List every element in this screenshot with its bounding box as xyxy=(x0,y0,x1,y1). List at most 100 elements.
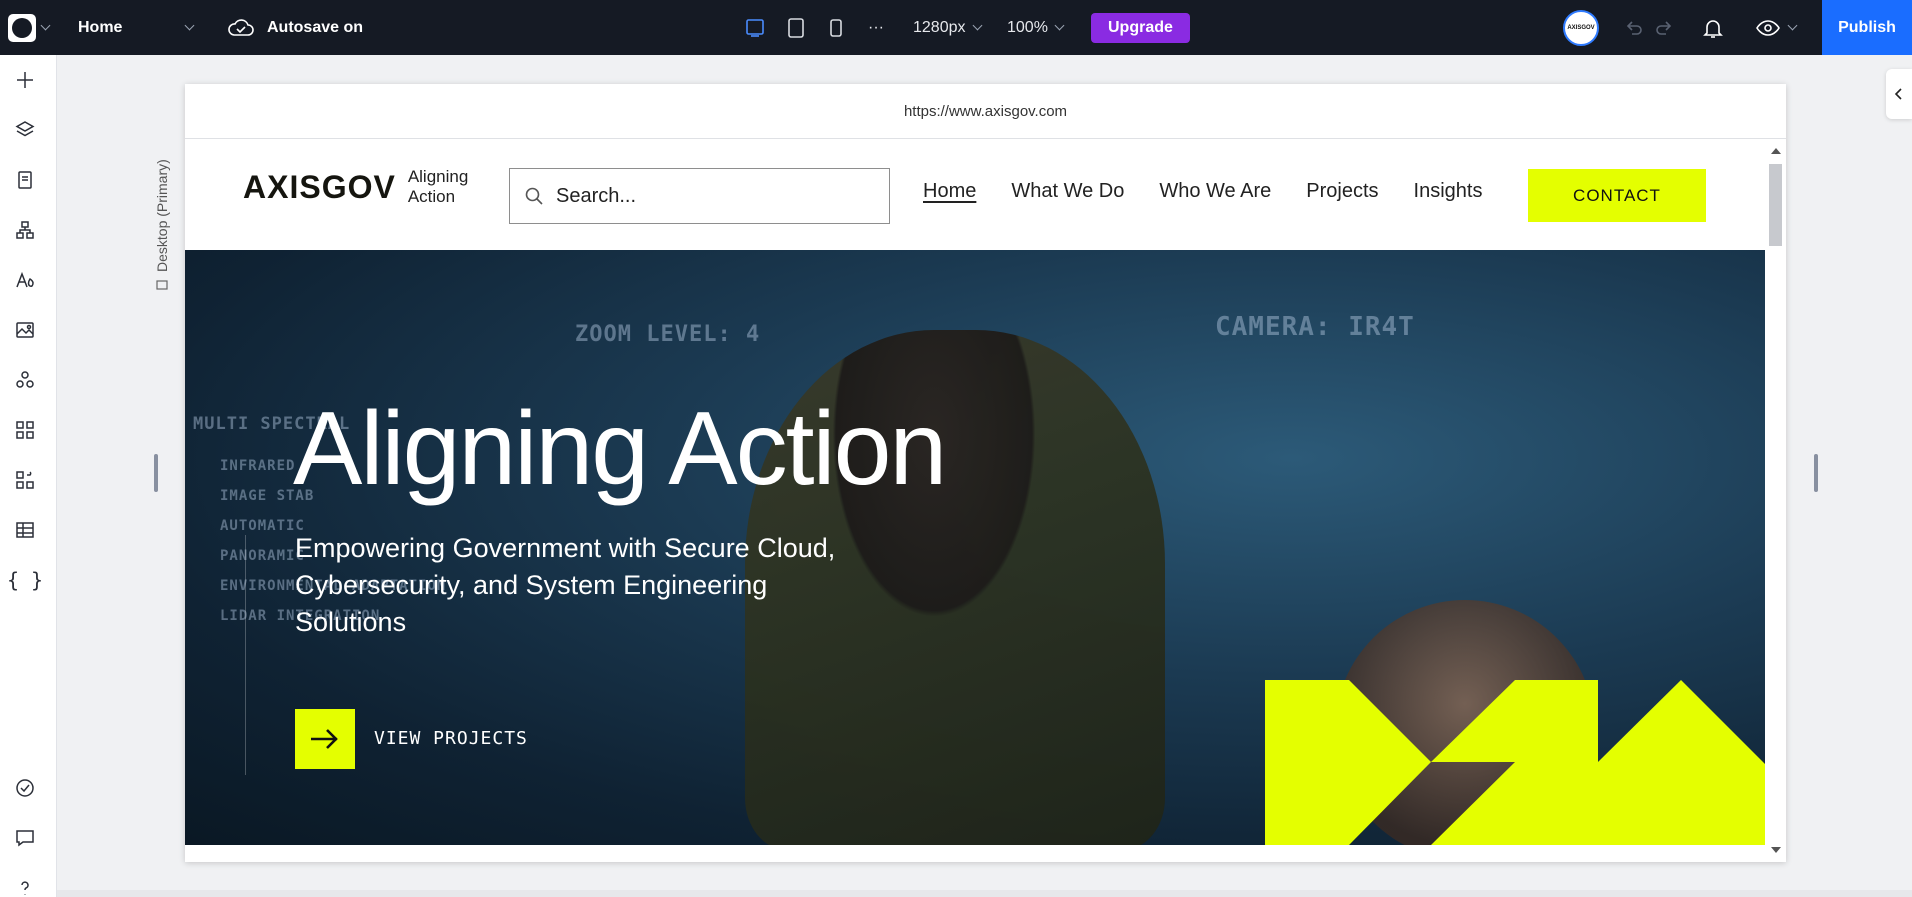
site-preview: AXISGOV Aligning Action Search... Home W… xyxy=(185,140,1765,845)
hud-camera-text: CAMERA: IR4T xyxy=(1215,312,1415,342)
autosave-label: Autosave on xyxy=(267,18,364,36)
redo-icon xyxy=(1656,20,1672,35)
desktop-icon xyxy=(746,18,764,37)
breakpoint-label-text: Desktop (Primary) xyxy=(154,159,170,272)
hero-section: ZOOM LEVEL: 4 CAMERA: IR4T MULTI SPECTRA… xyxy=(185,250,1765,845)
scrollbar-thumb[interactable] xyxy=(1769,164,1782,246)
notifications-button[interactable] xyxy=(1702,0,1724,55)
desktop-view-button[interactable] xyxy=(745,0,765,55)
inspector-toggle[interactable] xyxy=(1886,69,1912,119)
nav-who-we-are[interactable]: Who We Are xyxy=(1159,180,1271,203)
preview-scrollbar[interactable] xyxy=(1767,144,1783,859)
site-structure-button[interactable] xyxy=(0,215,50,245)
pages-button[interactable] xyxy=(0,165,50,195)
more-devices-button[interactable]: ··· xyxy=(868,0,884,55)
comments-button[interactable] xyxy=(0,823,50,853)
undo-icon xyxy=(1626,20,1642,35)
contact-button[interactable]: CONTACT xyxy=(1528,169,1706,222)
puzzle-icon xyxy=(16,471,34,489)
preview-button[interactable] xyxy=(1755,0,1798,55)
integrations-button[interactable] xyxy=(0,465,50,495)
search-placeholder: Search... xyxy=(556,184,637,207)
site-menu-button[interactable] xyxy=(8,0,51,55)
add-element-button[interactable] xyxy=(0,65,50,95)
site-url: https://www.axisgov.com xyxy=(185,84,1786,139)
zoom-selector[interactable]: 100% xyxy=(1007,0,1065,55)
search-input[interactable]: Search... xyxy=(509,168,890,224)
plus-icon xyxy=(17,72,33,88)
nav-home[interactable]: Home xyxy=(923,180,976,203)
hud-list-item: PANORAMIC xyxy=(220,548,305,564)
left-resize-handle[interactable] xyxy=(154,454,158,492)
tablet-view-button[interactable] xyxy=(787,0,805,55)
layers-button[interactable] xyxy=(0,115,50,145)
scroll-down-icon[interactable] xyxy=(1771,847,1781,853)
left-toolbar: { } xyxy=(0,55,57,897)
breakpoint-selector[interactable]: 1280px xyxy=(913,0,982,55)
code-braces-icon: { } xyxy=(6,568,44,592)
search-icon xyxy=(525,187,543,205)
code-button[interactable]: { } xyxy=(0,565,50,595)
page-selector[interactable]: Home xyxy=(78,0,195,55)
undo-button[interactable] xyxy=(1624,0,1644,55)
tagline: Aligning Action xyxy=(407,167,469,206)
brand-shapes-graphic xyxy=(1265,680,1765,845)
page-icon xyxy=(18,171,32,189)
chevron-down-icon xyxy=(1787,20,1798,31)
desktop-icon xyxy=(156,280,168,290)
page-name: Home xyxy=(78,18,123,36)
breakpoint-value: 1280px xyxy=(913,18,966,36)
chevron-down-icon xyxy=(184,20,195,31)
hud-list-item: AUTOMATIC xyxy=(220,518,305,534)
nav-projects[interactable]: Projects xyxy=(1306,180,1378,203)
help-button[interactable] xyxy=(0,873,50,897)
chevron-down-icon xyxy=(40,20,51,31)
design-button[interactable] xyxy=(0,265,50,295)
cms-button[interactable] xyxy=(0,515,50,545)
upgrade-button[interactable]: Upgrade xyxy=(1091,13,1190,43)
layers-icon xyxy=(15,121,35,137)
editor-logo-icon xyxy=(8,13,36,42)
image-icon xyxy=(16,322,34,338)
grid-icon xyxy=(16,421,34,439)
arrow-right-icon xyxy=(311,729,338,749)
nav-insights[interactable]: Insights xyxy=(1414,180,1483,203)
canvas-frame: https://www.axisgov.com AXISGOV Aligning… xyxy=(185,84,1786,862)
mobile-view-button[interactable] xyxy=(828,0,844,55)
media-button[interactable] xyxy=(0,315,50,345)
eye-icon xyxy=(1756,19,1780,36)
components-icon xyxy=(16,371,34,388)
view-projects-link[interactable]: VIEW PROJECTS xyxy=(374,728,528,749)
view-projects-arrow-button[interactable] xyxy=(295,709,355,769)
chevron-down-icon xyxy=(1054,20,1065,31)
apps-button[interactable] xyxy=(0,415,50,445)
cloud-check-icon xyxy=(228,18,254,36)
help-icon xyxy=(21,881,29,895)
zoom-value: 100% xyxy=(1007,18,1048,36)
mobile-icon xyxy=(830,18,842,37)
chevron-left-icon xyxy=(1894,88,1902,100)
scroll-up-icon[interactable] xyxy=(1771,148,1781,154)
bell-icon xyxy=(1703,19,1723,38)
horizontal-scrollbar[interactable] xyxy=(57,890,1912,897)
hud-list-item: INFRARED xyxy=(220,458,296,474)
avatar: AXISGOV xyxy=(1563,9,1599,46)
main-nav: Home What We Do Who We Are Projects Insi… xyxy=(923,180,1482,203)
account-avatar[interactable]: AXISGOV xyxy=(1563,0,1599,55)
tablet-icon xyxy=(788,17,804,38)
top-bar: Home Autosave on ··· 1280px 100% Upgrade… xyxy=(0,0,1912,55)
site-header: AXISGOV Aligning Action Search... Home W… xyxy=(185,140,1765,250)
components-button[interactable] xyxy=(0,365,50,395)
right-resize-handle[interactable] xyxy=(1814,454,1818,492)
redo-button[interactable] xyxy=(1654,0,1674,55)
typography-icon xyxy=(16,271,34,288)
comment-icon xyxy=(16,830,34,847)
site-checklist-button[interactable] xyxy=(0,773,50,803)
divider xyxy=(245,535,246,775)
site-logo[interactable]: AXISGOV Aligning Action xyxy=(243,167,478,207)
autosave-status[interactable]: Autosave on xyxy=(227,0,363,55)
publish-button[interactable]: Publish xyxy=(1822,0,1912,55)
check-circle-icon xyxy=(16,779,34,797)
nav-what-we-do[interactable]: What We Do xyxy=(1011,180,1124,203)
hero-subtitle: Empowering Government with Secure Cloud,… xyxy=(295,533,836,637)
